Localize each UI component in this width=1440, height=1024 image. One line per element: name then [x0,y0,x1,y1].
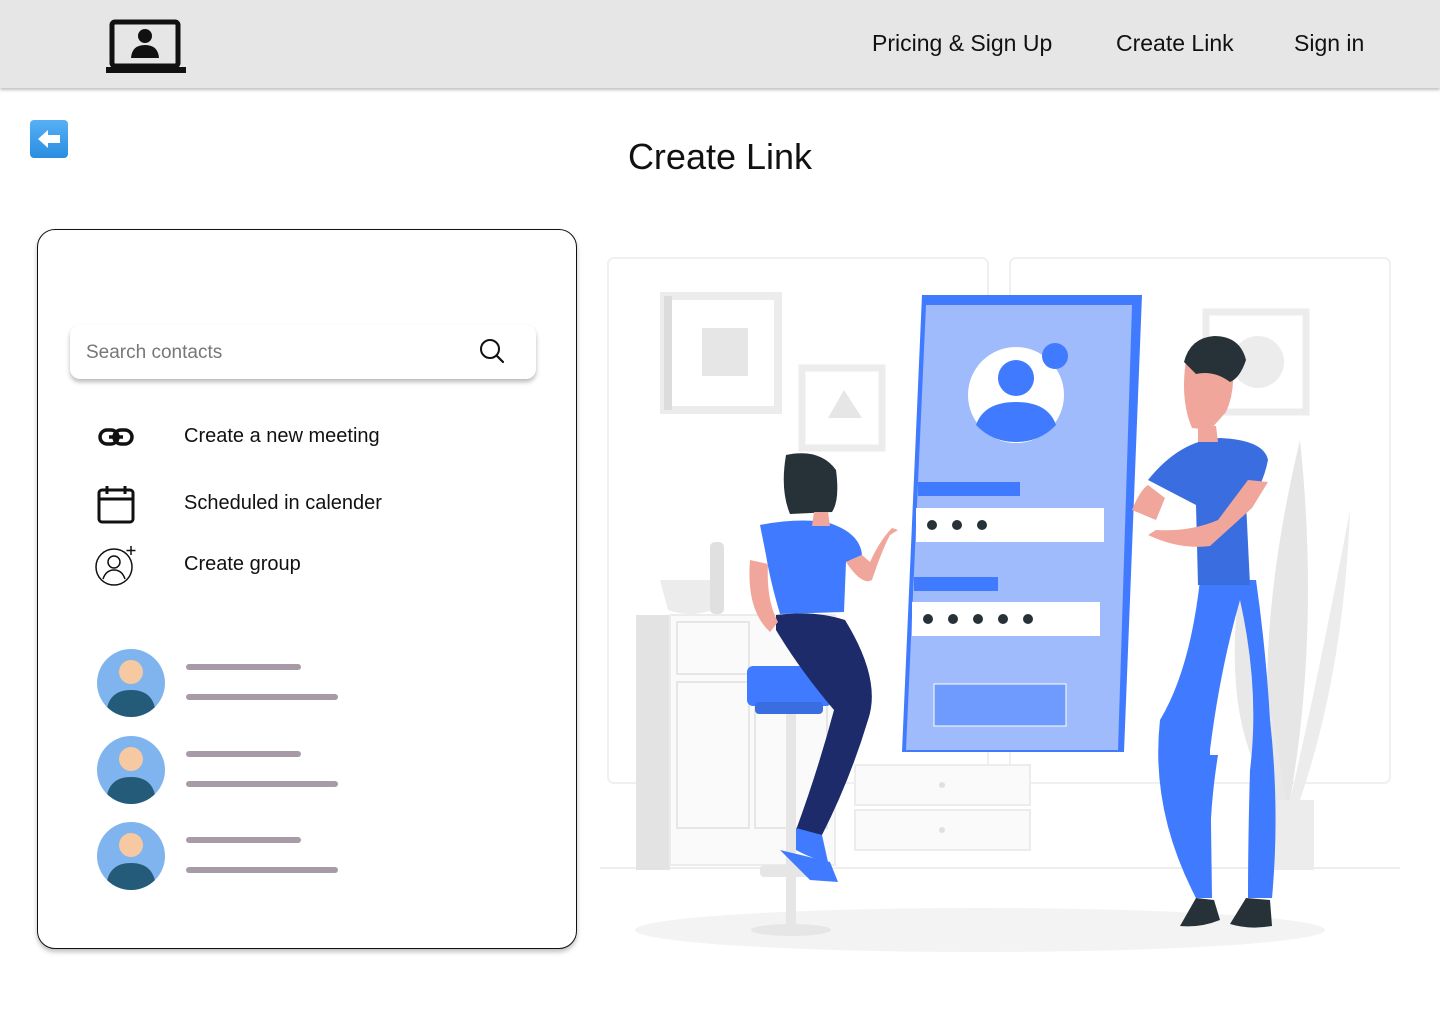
nav-pricing-signup-link[interactable]: Pricing & Sign Up [872,30,1052,57]
placeholder-name-line [186,751,301,757]
avatar [97,736,165,804]
menu-item-label: Scheduled in calender [184,492,382,514]
search-icon[interactable] [478,337,508,367]
menu-item-label: Create a new meeting [184,425,380,447]
logo-laptop-icon[interactable] [104,18,188,76]
menu-scheduled-calendar[interactable]: Scheduled in calender [94,485,514,525]
menu-create-group[interactable]: Create group [94,546,514,586]
contacts-panel: Create a new meeting Scheduled in calend… [37,229,577,949]
nav-sign-in-link[interactable]: Sign in [1294,30,1364,57]
contact-list-item[interactable] [96,821,396,891]
search-input[interactable] [84,337,468,369]
placeholder-detail-line [186,867,338,873]
avatar [97,649,165,717]
placeholder-name-line [186,664,301,670]
calendar-icon [97,486,135,524]
placeholder-detail-line [186,694,338,700]
menu-item-label: Create group [184,553,301,575]
avatar [97,822,165,890]
nav-create-link-link[interactable]: Create Link [1116,30,1234,57]
menu-create-new-meeting[interactable]: Create a new meeting [94,418,514,458]
search-bar [70,325,536,379]
contact-list-item[interactable] [96,648,396,718]
placeholder-detail-line [186,781,338,787]
link-icon [98,428,134,446]
add-user-icon [95,546,136,586]
contact-list-item[interactable] [96,735,396,805]
page-title: Create Link [627,136,813,177]
placeholder-name-line [186,837,301,843]
signup-illustration [600,257,1400,952]
top-navigation-bar: Pricing & Sign Up Create Link Sign in [0,0,1440,88]
